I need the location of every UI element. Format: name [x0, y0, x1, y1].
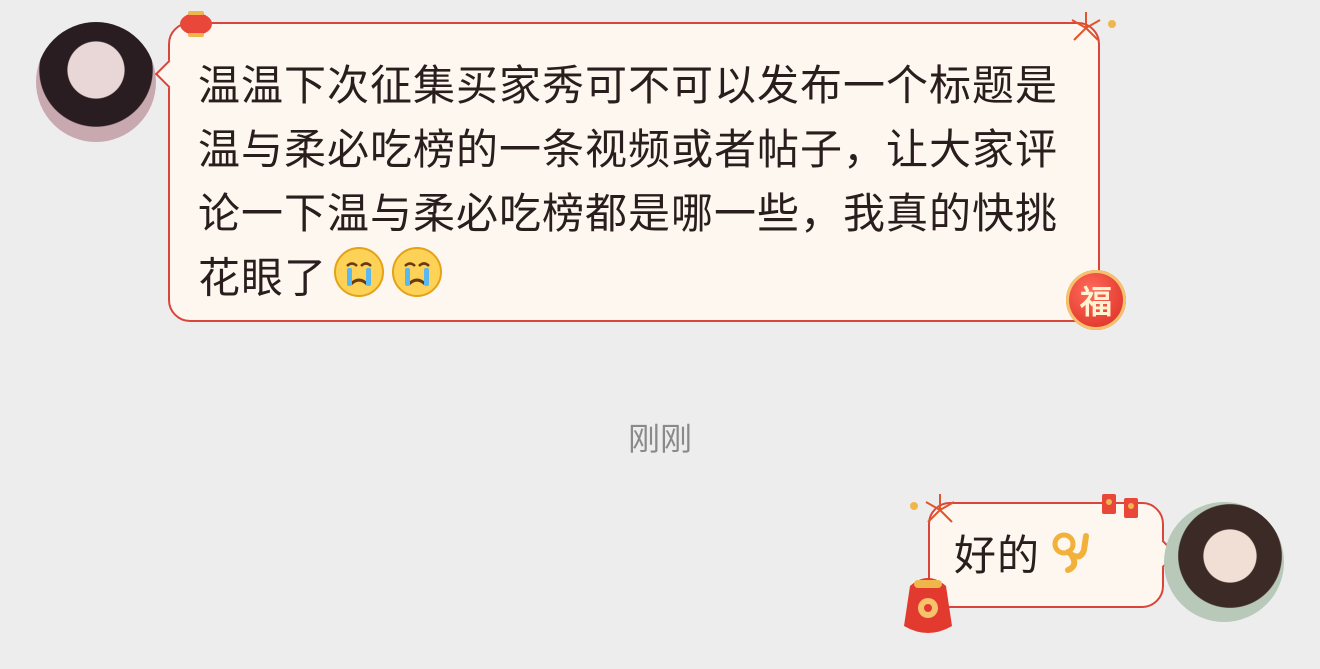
- user-avatar[interactable]: [1164, 502, 1284, 622]
- firework-decoration-icon: [1066, 10, 1120, 50]
- contact-avatar[interactable]: [36, 22, 156, 142]
- red-envelope-decoration-icon: [1100, 488, 1146, 528]
- outgoing-message-text: 好的: [954, 524, 1138, 592]
- message-timestamp: 刚刚: [627, 420, 692, 458]
- fu-badge-icon: 福: [1066, 270, 1126, 330]
- incoming-message-text: 温温下次征集买家秀可不可以发布一个标题是温与柔必吃榜的一条视频或者帖子，让大家评…: [198, 54, 1070, 316]
- ok-hand-icon: [1046, 526, 1094, 592]
- crying-face-icon: [391, 246, 443, 316]
- incoming-message-bubble[interactable]: 温温下次征集买家秀可不可以发布一个标题是温与柔必吃榜的一条视频或者帖子，让大家评…: [168, 22, 1100, 322]
- firework-decoration-icon: [906, 492, 960, 532]
- lucky-bag-decoration-icon: [896, 560, 960, 640]
- lantern-decoration-icon: [174, 8, 218, 42]
- crying-face-icon: [333, 246, 385, 316]
